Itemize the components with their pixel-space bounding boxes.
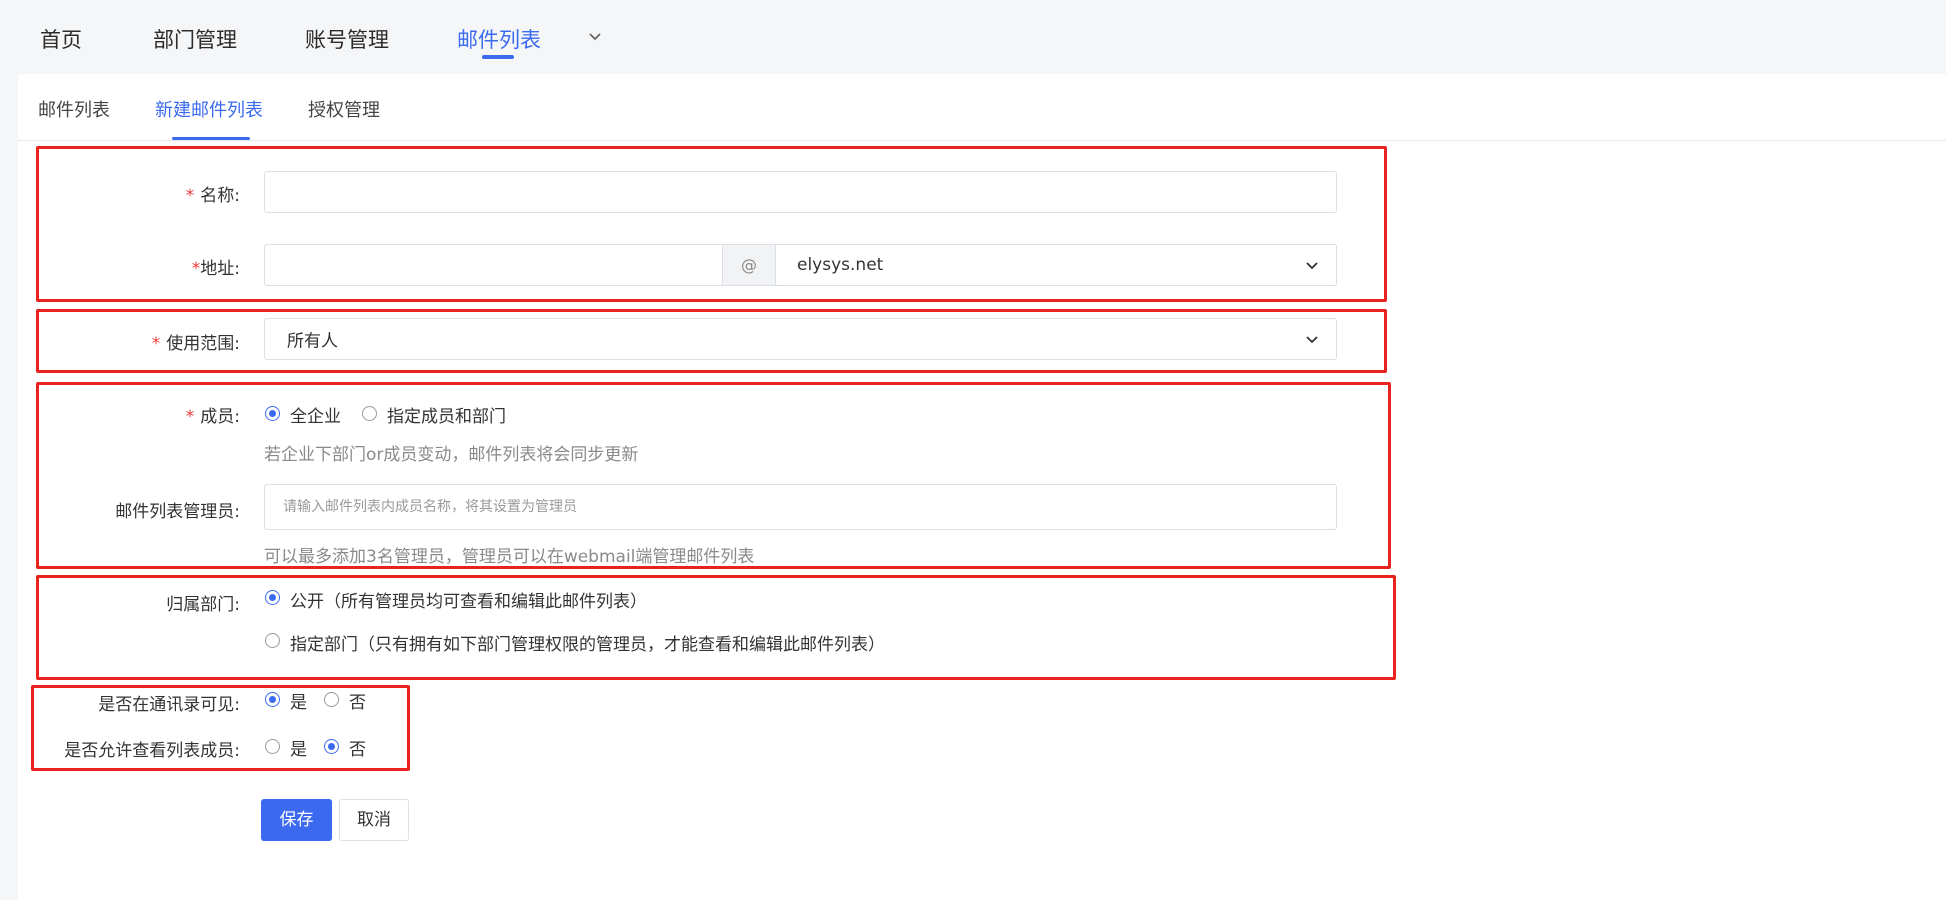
admins-input[interactable] (265, 485, 1336, 529)
nav-active-indicator (482, 55, 514, 59)
scope-select-value: 所有人 (287, 331, 338, 352)
name-field[interactable] (264, 171, 1337, 213)
name-label: * 名称: (185, 186, 240, 206)
tab-authorization[interactable]: 授权管理 (308, 96, 380, 122)
scope-select[interactable]: 所有人 (264, 318, 1337, 360)
members-option-specified[interactable]: 指定成员和部门 (387, 402, 506, 427)
allow-view-radio-yes[interactable] (265, 739, 280, 754)
address-label: *地址: (191, 259, 240, 279)
allow-view-option-yes[interactable]: 是 (290, 735, 307, 760)
department-label: 归属部门: (166, 595, 240, 615)
allow-view-members-label: 是否允许查看列表成员: (64, 741, 240, 761)
department-option-specified[interactable]: 指定部门（只有拥有如下部门管理权限的管理员，才能查看和编辑此邮件列表） (290, 630, 885, 655)
department-radio-public[interactable] (265, 590, 280, 605)
nav-item-accounts[interactable]: 账号管理 (305, 24, 389, 54)
address-local-input[interactable] (265, 245, 723, 285)
chevron-down-icon (1306, 262, 1318, 270)
members-label: * 成员: (185, 407, 240, 427)
at-icon: @ (741, 255, 757, 275)
chevron-down-icon (1306, 336, 1318, 344)
domain-select-value: elysys.net (797, 255, 884, 275)
visible-in-contacts-label: 是否在通讯录可见: (98, 695, 240, 715)
subtab-divider (18, 140, 1946, 141)
save-button[interactable]: 保存 (261, 799, 332, 841)
nav-item-mail-lists[interactable]: 邮件列表 (457, 24, 541, 54)
department-radio-specified[interactable] (265, 633, 280, 648)
at-addon: @ (722, 245, 776, 285)
nav-item-departments[interactable]: 部门管理 (153, 24, 237, 54)
tab-mail-lists[interactable]: 邮件列表 (38, 96, 110, 122)
top-nav: 首页 部门管理 账号管理 邮件列表 (0, 0, 1946, 74)
admins-hint: 可以最多添加3名管理员，管理员可以在webmail端管理邮件列表 (264, 547, 755, 567)
members-radio-specified[interactable] (362, 406, 377, 421)
admins-label: 邮件列表管理员: (115, 502, 240, 522)
allow-view-radio-no[interactable] (324, 739, 339, 754)
nav-item-home[interactable]: 首页 (40, 24, 82, 54)
tab-new-mail-list[interactable]: 新建邮件列表 (155, 96, 263, 122)
name-input[interactable] (265, 172, 1336, 212)
visible-radio-no[interactable] (324, 692, 339, 707)
members-radio-all[interactable] (265, 406, 280, 421)
admins-field[interactable] (264, 484, 1337, 530)
visible-radio-yes[interactable] (265, 692, 280, 707)
visible-option-no[interactable]: 否 (349, 688, 366, 713)
domain-select[interactable]: elysys.net (776, 244, 1337, 286)
scope-label: * 使用范围: (151, 334, 240, 354)
members-hint: 若企业下部门or成员变动，邮件列表将会同步更新 (264, 445, 639, 465)
chevron-down-icon[interactable] (585, 26, 605, 46)
department-option-public[interactable]: 公开（所有管理员均可查看和编辑此邮件列表） (290, 587, 647, 612)
visible-option-yes[interactable]: 是 (290, 688, 307, 713)
allow-view-option-no[interactable]: 否 (349, 735, 366, 760)
members-option-all[interactable]: 全企业 (290, 402, 341, 427)
cancel-button[interactable]: 取消 (339, 799, 409, 841)
